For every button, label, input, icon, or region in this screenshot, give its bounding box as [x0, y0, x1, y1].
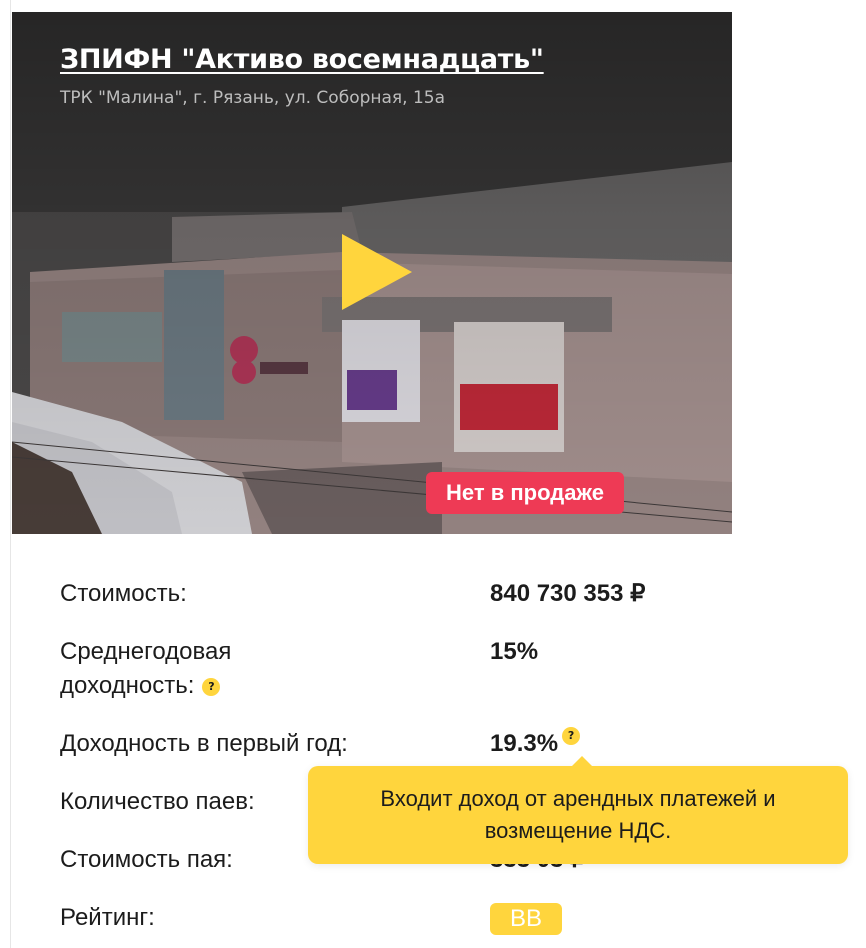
- rating-label: Рейтинг:: [60, 904, 155, 931]
- fund-address: ТРК "Малина", г. Рязань, ул. Соборная, 1…: [60, 88, 445, 108]
- fund-video-preview[interactable]: ЗПИФН "Активо восемнадцать" ТРК "Малина"…: [12, 12, 732, 534]
- question-icon[interactable]: ?: [202, 677, 221, 696]
- tooltip-text: Входит доход от арендных платежей и возм…: [380, 786, 776, 843]
- avg-yield-label-line1: Среднегодовая: [60, 638, 232, 665]
- avg-yield-label-line2-wrap: доходность:?: [60, 669, 221, 703]
- question-icon[interactable]: ?: [562, 727, 581, 745]
- avg-yield-value: 15%: [490, 638, 539, 665]
- rating-value-wrap: BB: [490, 902, 563, 936]
- shares-count-label: Количество паев:: [60, 788, 255, 815]
- first-year-yield-value-wrap: 19.3%?: [490, 727, 581, 761]
- first-year-yield-value: 19.3%: [490, 730, 559, 757]
- yield-tooltip: Входит доход от арендных платежей и возм…: [308, 756, 848, 864]
- tooltip-arrow: [570, 756, 594, 768]
- rating-badge: BB: [490, 903, 563, 935]
- cost-label: Стоимость:: [60, 580, 187, 607]
- status-badge: Нет в продаже: [426, 472, 624, 514]
- fund-title-link[interactable]: ЗПИФН "Активо восемнадцать": [60, 44, 544, 75]
- first-year-yield-label: Доходность в первый год:: [60, 730, 348, 757]
- avg-yield-label-line2: доходность:: [60, 672, 195, 699]
- play-icon[interactable]: [338, 234, 418, 314]
- cost-value: 840 730 353 ₽: [490, 580, 646, 607]
- share-cost-label: Стоимость пая:: [60, 846, 233, 873]
